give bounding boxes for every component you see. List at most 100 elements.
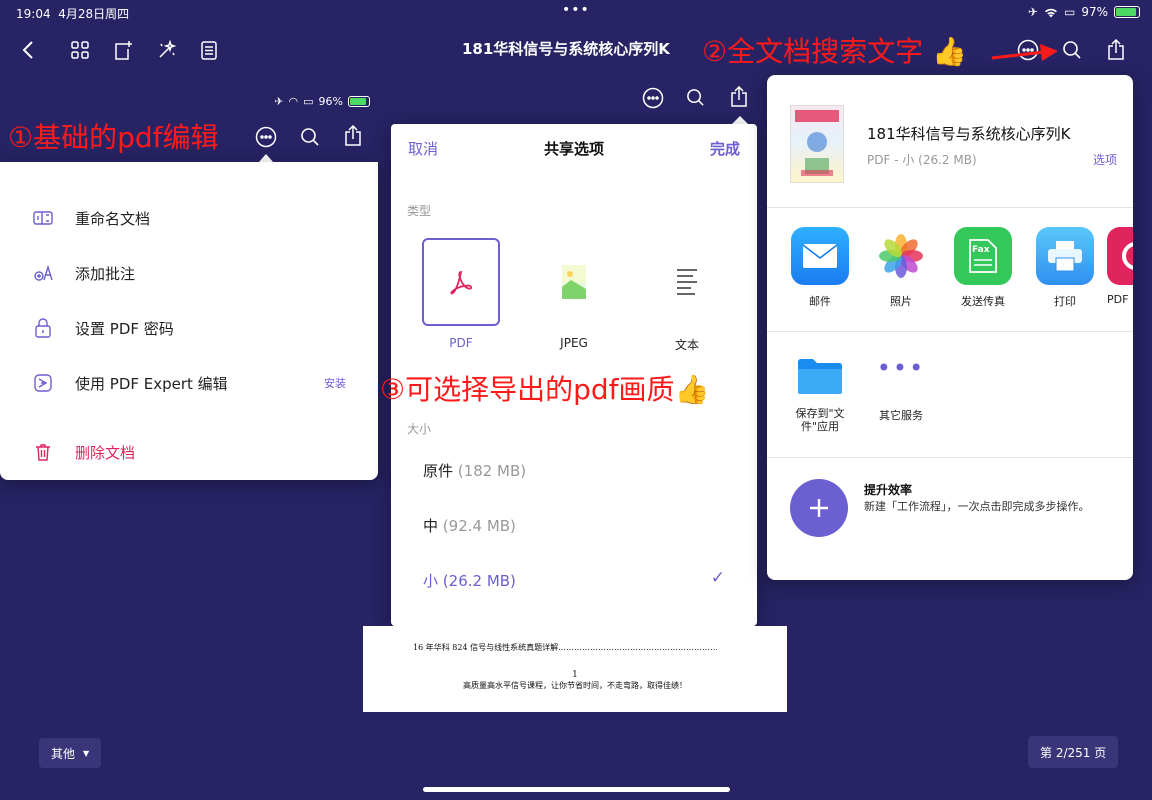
annotate-icon [32, 262, 54, 284]
airplane-icon: ✈ [274, 95, 284, 108]
more-icon[interactable] [255, 126, 277, 152]
page-indicator[interactable]: 第 2/251 页 [1028, 736, 1119, 768]
battery-icon [1114, 6, 1140, 18]
menu-label: 使用 PDF Expert 编辑 [75, 374, 228, 393]
sheet-title: 共享选项 [543, 140, 604, 158]
pdf-page-fragment: 16 年华科 824 信号与线性系统真题详解………………………………………………… [363, 626, 787, 712]
app-photos[interactable]: 照片 [870, 227, 932, 309]
document-thumbnail [790, 105, 844, 183]
annotation-basic-edit: ①基础的pdf编辑 [8, 121, 219, 154]
type-jpeg[interactable] [535, 238, 613, 326]
install-badge[interactable]: 安装 [324, 375, 346, 391]
wifi-icon [1044, 8, 1057, 17]
wifi-icon: ◠ [288, 95, 299, 108]
annotation-export-quality: ③可选择导出的pdf画质👍 [380, 373, 710, 406]
document-icon[interactable] [195, 36, 223, 64]
divider [767, 207, 1133, 208]
share-icon[interactable] [344, 124, 362, 151]
document-title: 181华科信号与系统核心序列K [462, 40, 670, 58]
type-text[interactable] [648, 238, 726, 326]
app-print[interactable]: 打印 [1034, 227, 1096, 309]
size-section-label: 大小 [407, 422, 432, 436]
search-icon[interactable] [300, 127, 320, 151]
share-icon[interactable] [1102, 36, 1130, 64]
type-text-label: 文本 [674, 338, 699, 352]
divider [767, 331, 1133, 332]
size-original[interactable]: 原件 (182 MB) [423, 460, 526, 481]
mode-selector[interactable]: 其他 ▼ [39, 738, 102, 768]
back-icon[interactable] [14, 36, 42, 64]
battery-percent: 97% [1081, 5, 1108, 19]
menu-label: 添加批注 [75, 264, 136, 283]
printer-icon [1036, 227, 1094, 285]
red-arrow [991, 44, 1058, 61]
folder-icon [797, 357, 843, 395]
plus-icon [810, 499, 828, 517]
share-icon[interactable] [730, 85, 748, 112]
action-more-services[interactable]: ••• 其它服务 [870, 354, 932, 423]
app-fax[interactable]: 发送传真 [952, 227, 1014, 309]
popover-battery: 96% [318, 95, 343, 108]
size-medium[interactable]: 中 (92.4 MB) [423, 515, 516, 536]
menu-password[interactable]: 设置 PDF 密码 [32, 310, 346, 346]
share-doc-title: 181华科信号与系统核心序列K [867, 125, 1071, 143]
ios-share-sheet: 181华科信号与系统核心序列K PDF - 小 (26.2 MB) 选项 邮件 [767, 75, 1133, 580]
menu-label: 设置 PDF 密码 [75, 319, 174, 338]
status-bar: 19:04 4月28日周四 ••• ✈ ▭ 97% [0, 0, 1152, 24]
status-time: 19:04 4月28日周四 [16, 7, 130, 21]
boost-title: 提升效率 [864, 483, 913, 497]
annotation-search: ②全文档搜索文字 👍 [702, 35, 967, 68]
toc-line: 16 年华科 824 信号与线性系统真题详解………………………………………………… [413, 643, 717, 652]
status-right: ✈ ▭ 97% [1028, 5, 1140, 19]
share-doc-meta: PDF - 小 (26.2 MB) [867, 153, 977, 167]
image-icon [562, 265, 586, 299]
popover-header: ✈ ◠ ▭ 96% ①基础的pdf编辑 [0, 90, 378, 163]
checkmark-icon: ✓ [710, 568, 725, 588]
popover-status: ✈ ◠ ▭ 96% [274, 95, 370, 108]
airplane-icon: ✈ [1027, 5, 1038, 19]
grid-icon[interactable] [66, 36, 94, 64]
app-pdf[interactable]: PDF [1107, 227, 1133, 306]
type-section-label: 类型 [407, 204, 432, 218]
size-small[interactable]: 小 (26.2 MB) [423, 570, 516, 591]
rename-icon [32, 207, 54, 229]
menu-delete[interactable]: 删除文档 [32, 434, 346, 470]
add-page-icon[interactable] [109, 36, 137, 64]
more-icon[interactable] [642, 87, 664, 113]
search-icon[interactable] [1058, 36, 1086, 64]
menu-rename[interactable]: 重命名文档 [32, 200, 346, 236]
done-button[interactable]: 完成 [710, 138, 740, 159]
fax-icon [954, 227, 1012, 285]
battery-icon [348, 96, 370, 107]
sheet-arrow [732, 116, 748, 124]
type-pdf[interactable] [422, 238, 500, 326]
screen-icon: ▭ [1063, 5, 1076, 19]
pdf-app-icon [1107, 227, 1133, 285]
home-indicator[interactable] [423, 787, 730, 792]
document-menu: 重命名文档 添加批注 设置 PDF 密码 使用 PDF Expert 编辑 安装… [0, 162, 378, 480]
menu-label: 重命名文档 [75, 209, 151, 228]
search-icon[interactable] [686, 88, 705, 111]
page-slogan: 高质量高水平信号课程，让你节省时间，不走弯路，取得佳绩！ [463, 681, 687, 690]
divider [767, 457, 1133, 458]
boost-description: 新建「工作流程」，一次点击即完成多步操作。 [864, 500, 1090, 513]
multitask-dots[interactable]: ••• [562, 2, 590, 18]
sheet-header [388, 83, 758, 124]
dropdown-icon: ▼ [83, 748, 90, 758]
page-number: 1 [572, 670, 578, 680]
type-jpeg-label: JPEG [560, 336, 588, 350]
options-link[interactable]: 选项 [1093, 151, 1117, 168]
action-save-to-files[interactable]: 保存到"文件"应用 [787, 357, 853, 433]
menu-pdf-expert[interactable]: 使用 PDF Expert 编辑 安装 [32, 365, 346, 401]
more-dots-icon: ••• [876, 354, 926, 382]
mail-icon [791, 227, 849, 285]
magic-wand-icon[interactable] [153, 36, 181, 64]
add-workflow-button[interactable] [790, 479, 848, 537]
text-lines-icon [677, 269, 697, 295]
menu-annotate[interactable]: 添加批注 [32, 255, 346, 291]
fax-label: Fax [972, 245, 990, 255]
app-mail[interactable]: 邮件 [789, 227, 851, 309]
lock-icon [32, 317, 54, 339]
photos-icon [872, 227, 930, 285]
pdf-expert-icon [32, 372, 54, 394]
